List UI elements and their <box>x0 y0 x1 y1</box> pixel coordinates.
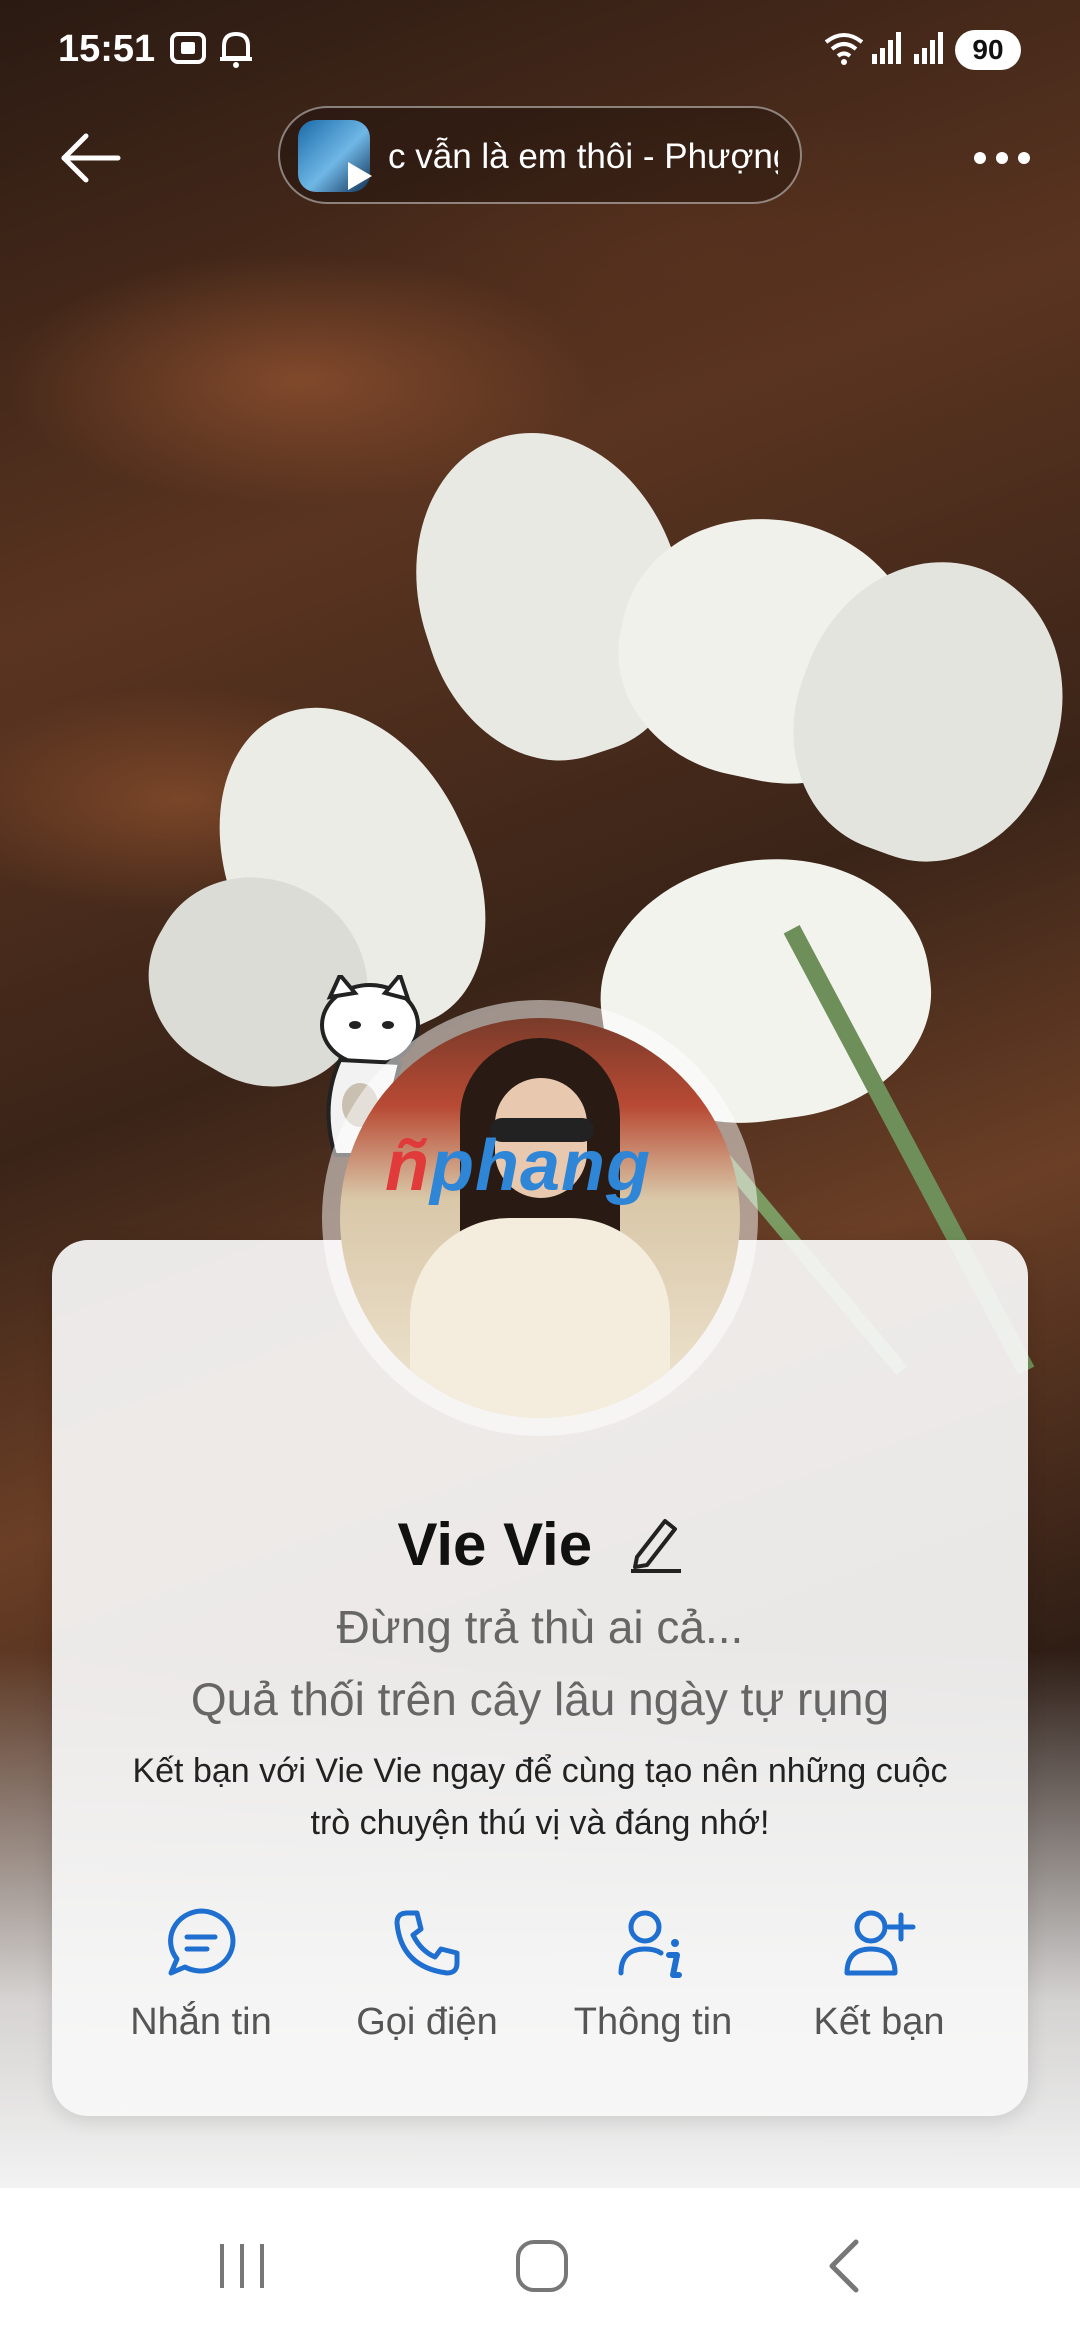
info-button[interactable]: Thông tin <box>540 1905 766 2044</box>
call-label: Gọi điện <box>356 2001 498 2043</box>
profile-status-line-1: Đừng trả thù ai cả... <box>336 1601 744 1653</box>
nav-back-icon[interactable] <box>820 2236 870 2296</box>
profile-status-line-2: Quả thối trên cây lâu ngày tự rụng <box>190 1673 890 1725</box>
play-icon[interactable] <box>340 158 376 194</box>
screenshot-icon <box>170 32 206 64</box>
invite-line-2: trò chuyện thú vị và đáng nhớ! <box>310 1804 770 1842</box>
alarm-icon <box>220 31 252 68</box>
invite-line-1: Kết bạn với Vie Vie ngay để cùng tạo nên… <box>132 1752 948 1790</box>
add-friend-label: Kết bạn <box>813 2001 945 2043</box>
add-friend-icon <box>844 1910 916 1976</box>
status-bar: 15:51 90 <box>0 0 1080 100</box>
recent-apps-icon[interactable] <box>212 2238 272 2294</box>
user-info-icon <box>618 1910 682 1978</box>
system-nav-bar <box>0 2188 1080 2340</box>
battery-indicator: 90 <box>955 30 1021 70</box>
message-button[interactable]: Nhắn tin <box>88 1905 314 2044</box>
now-playing-pill[interactable]: c vẫn là em thôi - Phượng <box>278 106 802 204</box>
profile-avatar[interactable] <box>340 1018 740 1418</box>
now-playing-title: c vẫn là em thôi - Phượng <box>388 137 778 176</box>
profile-name-row: Vie Vie <box>0 1510 1080 1579</box>
wifi-icon <box>824 33 864 65</box>
add-friend-button[interactable]: Kết bạn <box>766 1905 992 2044</box>
profile-name: Vie Vie <box>397 1511 593 1578</box>
phone-icon <box>394 1910 460 1976</box>
message-icon <box>168 1908 236 1976</box>
watermark-prefix: ñ <box>385 1126 430 1206</box>
edit-name-icon[interactable] <box>627 1513 683 1573</box>
add-friend-invite: Kết bạn với Vie Vie ngay để cùng tạo nên… <box>120 1745 960 1849</box>
signal-icon-1 <box>872 32 901 64</box>
avatar-shirt <box>410 1218 670 1418</box>
watermark-text: phang <box>429 1126 651 1206</box>
status-time: 15:51 <box>58 28 156 70</box>
back-arrow-icon[interactable] <box>56 128 126 188</box>
info-label: Thông tin <box>573 2001 733 2043</box>
signal-icon-2 <box>914 32 943 64</box>
call-button[interactable]: Gọi điện <box>314 1905 540 2044</box>
watermark-logo: ñphang <box>385 1125 651 1207</box>
more-options-icon[interactable] <box>972 140 1032 176</box>
message-label: Nhắn tin <box>130 2001 272 2043</box>
home-icon[interactable] <box>512 2236 572 2296</box>
